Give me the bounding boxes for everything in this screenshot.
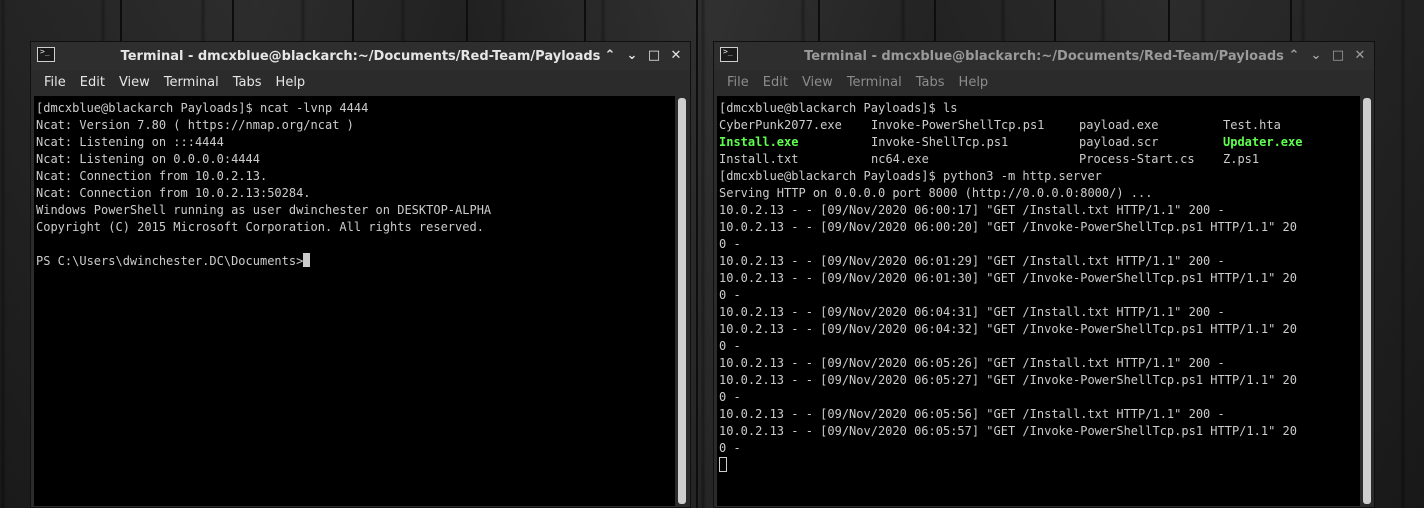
ls-file: CyberPunk2077.exe: [719, 118, 842, 132]
chevron-up-icon[interactable]: ⌃: [602, 46, 618, 64]
chevron-down-icon[interactable]: ⌄: [624, 46, 640, 64]
menu-view[interactable]: View: [795, 75, 840, 90]
terminal-line: 0 -: [719, 339, 741, 353]
menu-help[interactable]: Help: [952, 75, 996, 90]
terminal-line: 10.0.2.13 - - [09/Nov/2020 06:05:26] "GE…: [719, 356, 1225, 370]
ls-file: Z.ps1: [1223, 152, 1260, 166]
ls-file: Invoke-PowerShellTcp.ps1: [871, 118, 1045, 132]
terminal-line: 0 -: [719, 441, 741, 455]
terminal-line: Ncat: Connection from 10.0.2.13.: [36, 169, 268, 183]
terminal-line: 10.0.2.13 - - [09/Nov/2020 06:05:27] "GE…: [719, 373, 1297, 387]
ls-file: Process-Start.cs: [1079, 152, 1195, 166]
terminal-icon[interactable]: >_: [720, 47, 738, 62]
terminal-line: 10.0.2.13 - - [09/Nov/2020 06:04:31] "GE…: [719, 305, 1225, 319]
window-title: Terminal - dmcxblue@blackarch:~/Document…: [120, 48, 601, 64]
menu-file[interactable]: File: [720, 75, 756, 90]
ls-file: payload.scr: [1079, 135, 1159, 149]
title-bar[interactable]: >_ Terminal - dmcxblue@blackarch:~/Docum…: [714, 42, 1374, 70]
terminal-line: 10.0.2.13 - - [09/Nov/2020 06:01:29] "GE…: [719, 254, 1225, 268]
terminal-line: 0 -: [719, 390, 741, 404]
terminal-line: 10.0.2.13 - - [09/Nov/2020 06:05:56] "GE…: [719, 407, 1225, 421]
text-cursor: [719, 457, 727, 472]
ls-file: Invoke-ShellTcp.ps1: [871, 135, 1009, 149]
terminal-icon[interactable]: >_: [37, 47, 55, 62]
terminal-line: [dmcxblue@blackarch Payloads]$ ls: [719, 101, 958, 115]
maximize-icon[interactable]: □: [646, 46, 662, 64]
terminal-line: 10.0.2.13 - - [09/Nov/2020 06:01:30] "GE…: [719, 271, 1297, 285]
terminal-line: 10.0.2.13 - - [09/Nov/2020 06:00:20] "GE…: [719, 220, 1297, 234]
menu-edit[interactable]: Edit: [756, 75, 795, 90]
terminal-line: [dmcxblue@blackarch Payloads]$ ncat -lvn…: [36, 101, 369, 115]
menu-edit[interactable]: Edit: [73, 75, 112, 90]
prompt-line: PS C:\Users\dwinchester.DC\Documents>: [36, 253, 675, 270]
ls-row: Install.txt nc64.exe Process-Start.cs Z.…: [719, 151, 1360, 168]
cursor-line: [719, 457, 1360, 474]
ls-row: Install.exe Invoke-ShellTcp.ps1 payload.…: [719, 134, 1360, 151]
powershell-prompt: PS C:\Users\dwinchester.DC\Documents>: [36, 254, 304, 268]
terminal-line: 0 -: [719, 288, 741, 302]
menu-bar: File Edit View Terminal Tabs Help: [31, 70, 690, 94]
terminal-line: Ncat: Listening on :::4444: [36, 135, 224, 149]
menu-terminal[interactable]: Terminal: [840, 75, 909, 90]
scrollbar[interactable]: [675, 96, 689, 506]
title-bar[interactable]: >_ Terminal - dmcxblue@blackarch:~/Docum…: [31, 42, 690, 70]
ls-file: nc64.exe: [871, 152, 929, 166]
terminal-window-left[interactable]: >_ Terminal - dmcxblue@blackarch:~/Docum…: [30, 41, 691, 508]
window-title: Terminal - dmcxblue@blackarch:~/Document…: [804, 48, 1284, 64]
ls-file: Test.hta: [1223, 118, 1281, 132]
menu-tabs[interactable]: Tabs: [909, 75, 952, 90]
terminal-line: 0 -: [719, 237, 741, 251]
terminal-window-right[interactable]: >_ Terminal - dmcxblue@blackarch:~/Docum…: [713, 41, 1375, 508]
scrollbar[interactable]: [1360, 96, 1374, 506]
terminal-line: 10.0.2.13 - - [09/Nov/2020 06:00:17] "GE…: [719, 203, 1225, 217]
terminal-output[interactable]: [dmcxblue@blackarch Payloads]$ ls CyberP…: [717, 96, 1360, 506]
terminal-output[interactable]: [dmcxblue@blackarch Payloads]$ ncat -lvn…: [34, 96, 675, 506]
terminal-line: 10.0.2.13 - - [09/Nov/2020 06:04:32] "GE…: [719, 322, 1297, 336]
terminal-line: Windows PowerShell running as user dwinc…: [36, 203, 492, 217]
terminal-line: Copyright (C) 2015 Microsoft Corporation…: [36, 220, 484, 234]
chevron-down-icon[interactable]: ⌄: [1308, 46, 1324, 64]
scrollbar-thumb[interactable]: [1363, 98, 1371, 504]
close-icon[interactable]: ✕: [668, 46, 684, 64]
menu-view[interactable]: View: [112, 75, 157, 90]
terminal-line: Ncat: Version 7.80 ( https://nmap.org/nc…: [36, 118, 354, 132]
text-cursor: [303, 253, 311, 267]
maximize-icon[interactable]: □: [1330, 46, 1346, 64]
ls-file: Install.txt: [719, 152, 799, 166]
menu-bar: File Edit View Terminal Tabs Help: [714, 70, 1374, 94]
terminal-line: Serving HTTP on 0.0.0.0 port 8000 (http:…: [719, 186, 1153, 200]
menu-tabs[interactable]: Tabs: [226, 75, 269, 90]
scrollbar-thumb[interactable]: [678, 98, 686, 504]
ls-row: CyberPunk2077.exe Invoke-PowerShellTcp.p…: [719, 117, 1360, 134]
terminal-line: [dmcxblue@blackarch Payloads]$ python3 -…: [719, 169, 1102, 183]
ls-file: payload.exe: [1079, 118, 1159, 132]
terminal-line: Ncat: Listening on 0.0.0.0:4444: [36, 152, 260, 166]
terminal-line: Ncat: Connection from 10.0.2.13:50284.: [36, 186, 311, 200]
close-icon[interactable]: ✕: [1352, 46, 1368, 64]
menu-file[interactable]: File: [37, 75, 73, 90]
ls-executable: Updater.exe: [1223, 135, 1303, 149]
ls-executable: Install.exe: [719, 135, 799, 149]
chevron-up-icon[interactable]: ⌃: [1286, 46, 1302, 64]
terminal-line: 10.0.2.13 - - [09/Nov/2020 06:05:57] "GE…: [719, 424, 1297, 438]
menu-help[interactable]: Help: [269, 75, 313, 90]
menu-terminal[interactable]: Terminal: [157, 75, 226, 90]
